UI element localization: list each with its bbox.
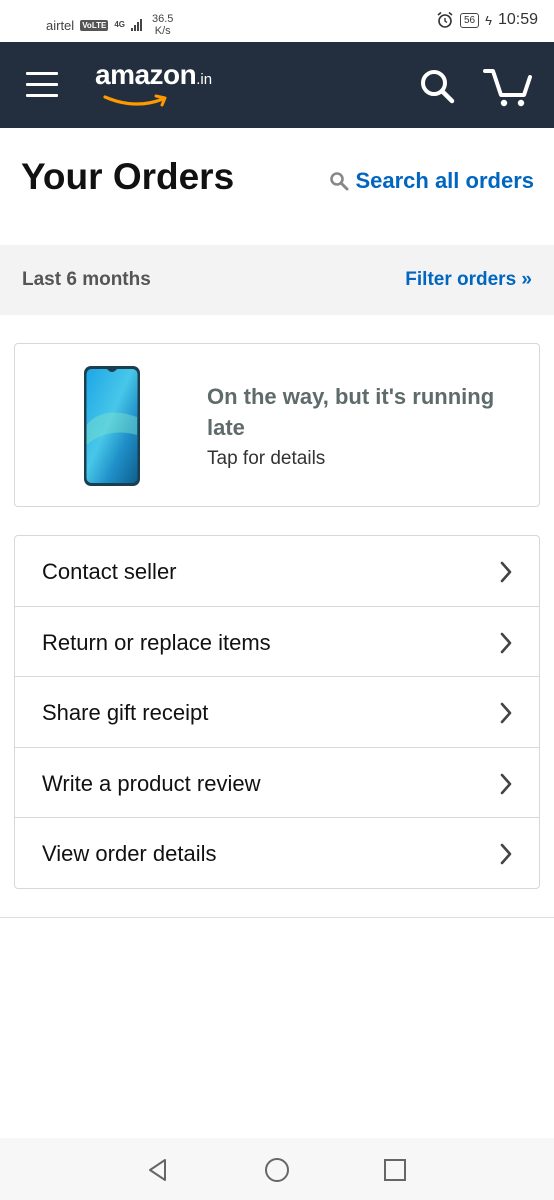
action-return-or-replace[interactable]: Return or replace items	[15, 607, 539, 678]
smile-arrow-icon	[103, 94, 167, 107]
hamburger-icon-line	[26, 94, 58, 97]
action-contact-seller[interactable]: Contact seller	[15, 536, 539, 607]
action-write-review[interactable]: Write a product review	[15, 748, 539, 819]
charging-icon: ϟ	[485, 12, 492, 28]
tap-for-details-label: Tap for details	[207, 448, 326, 469]
order-actions-list: Contact seller Return or replace items S…	[14, 535, 540, 889]
chevron-right-icon	[500, 773, 512, 795]
section-divider	[0, 917, 554, 918]
app-header: amazon.in	[0, 42, 554, 128]
delivery-status: On the way, but it's running late	[207, 384, 495, 440]
alarm-icon	[437, 11, 453, 28]
signal-icon	[131, 19, 143, 31]
action-label: Contact seller	[42, 559, 177, 584]
time-range-label: Last 6 months	[22, 269, 151, 290]
page-title: Your Orders	[21, 156, 235, 197]
cart-icon	[483, 69, 532, 107]
system-nav-bar	[0, 1138, 554, 1200]
status-right: 56 ϟ 10:59	[436, 11, 538, 29]
search-icon	[421, 70, 455, 104]
back-button[interactable]	[144, 1156, 172, 1184]
clock: 10:59	[497, 11, 538, 28]
carrier-label: airtel	[46, 17, 75, 33]
cart-button[interactable]	[482, 64, 534, 108]
amazon-logo[interactable]: amazon.in	[95, 59, 235, 107]
hamburger-icon-line	[26, 72, 58, 75]
amazon-orders-screen: airtel VoLTE 4G 36.5 K/s 56 ϟ 10:59 amaz…	[0, 0, 554, 1200]
volte-badge: VoLTE	[80, 19, 109, 31]
home-circle-icon	[265, 1158, 289, 1182]
logo-domain: .in	[196, 71, 213, 88]
action-label: View order details	[42, 841, 217, 867]
product-image	[84, 366, 140, 486]
logo-wordmark: amazon	[95, 59, 197, 90]
back-triangle-icon	[149, 1159, 166, 1181]
recents-button[interactable]	[381, 1156, 409, 1184]
network-speed: 36.5 K/s	[152, 13, 173, 37]
status-bar: airtel VoLTE 4G 36.5 K/s 56 ϟ 10:59	[0, 0, 554, 42]
action-label: Return or replace items	[42, 629, 271, 655]
battery-icon: 56	[459, 12, 480, 28]
action-share-gift-receipt[interactable]: Share gift receipt	[15, 677, 539, 748]
order-card[interactable]: On the way, but it's running late Tap fo…	[14, 343, 540, 507]
speed-unit: K/s	[154, 25, 171, 37]
action-label: Share gift receipt	[42, 700, 209, 726]
filter-bar: Last 6 months Filter orders »	[0, 245, 554, 315]
header-search-button[interactable]	[417, 66, 457, 106]
search-all-orders-label: Search all orders	[355, 168, 534, 193]
home-button[interactable]	[263, 1156, 291, 1184]
chevron-right-icon	[500, 632, 512, 653]
speed-value: 36.5	[152, 13, 174, 25]
chevron-right-icon	[500, 844, 512, 865]
filter-orders-link[interactable]: Filter orders »	[405, 269, 532, 291]
hamburger-icon-line	[26, 83, 58, 86]
search-icon	[330, 172, 349, 191]
search-all-orders-link[interactable]: Search all orders	[329, 168, 534, 194]
status-left: airtel VoLTE 4G 36.5 K/s	[46, 13, 173, 37]
chevron-right-icon	[500, 702, 512, 724]
menu-button[interactable]	[26, 72, 60, 98]
chevron-right-icon	[500, 561, 512, 583]
action-view-order-details[interactable]: View order details	[15, 818, 539, 889]
action-label: Write a product review	[42, 770, 261, 796]
network-type: 4G	[114, 20, 126, 29]
recents-square-icon	[384, 1159, 406, 1181]
